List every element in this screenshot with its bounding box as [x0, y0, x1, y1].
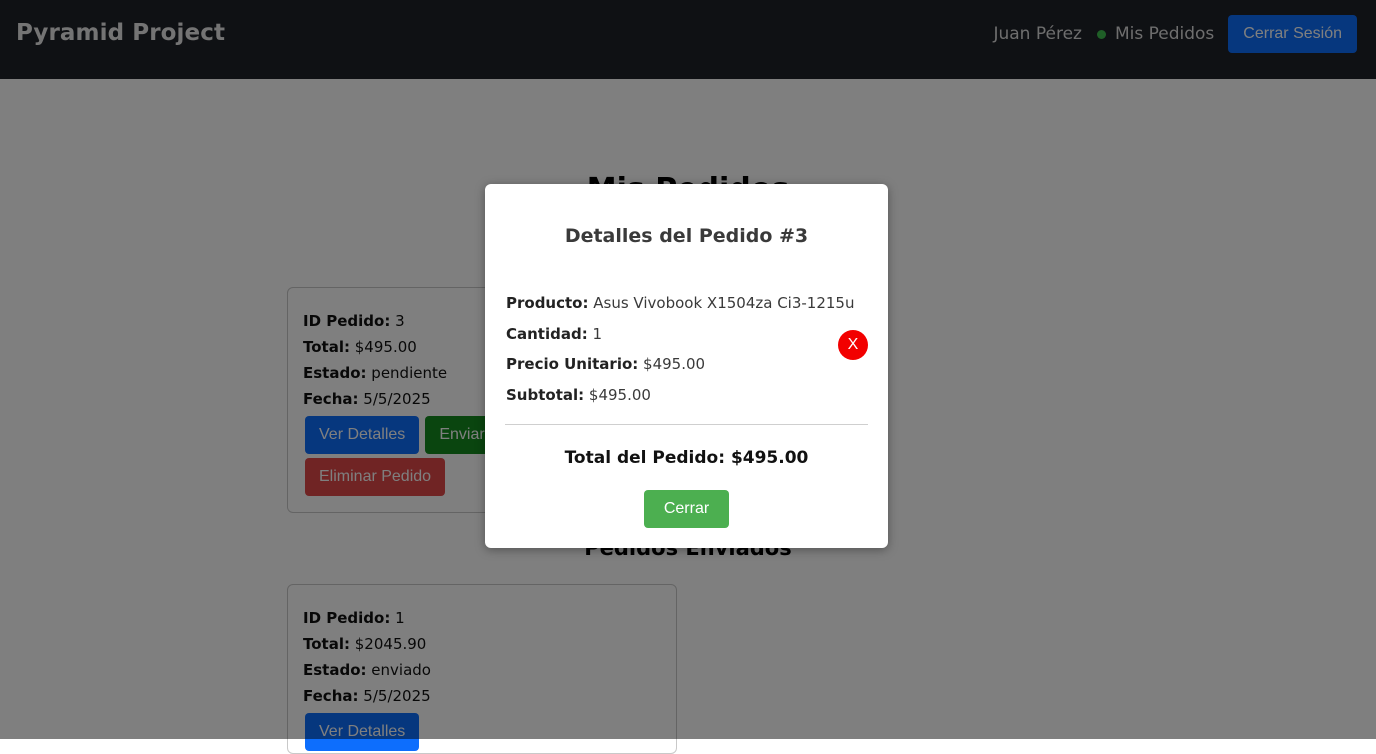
quantity-row: Cantidad: 1 — [506, 324, 603, 343]
modal-item-details: Producto: Asus Vivobook X1504za Ci3-1215… — [506, 288, 854, 410]
subtotal-row: Subtotal: $495.00 — [506, 385, 651, 404]
unit-price-value: $495.00 — [643, 355, 706, 373]
divider — [505, 424, 868, 425]
subtotal-value: $495.00 — [588, 385, 651, 404]
unit-price-row: Precio Unitario: $495.00 — [506, 355, 706, 373]
remove-item-button[interactable]: X — [838, 330, 868, 360]
product-row: Producto: Asus Vivobook X1504za Ci3-1215… — [506, 294, 855, 312]
order-total-summary: Total del Pedido: $495.00 — [564, 448, 809, 468]
quantity-value: 1 — [592, 324, 603, 343]
close-modal-button[interactable]: Cerrar — [644, 490, 729, 528]
modal-title: Detalles del Pedido #3 — [564, 225, 809, 247]
product-name: Asus Vivobook X1504za Ci3-1215u — [593, 294, 855, 312]
order-details-modal: Detalles del Pedido #3 Producto: Asus Vi… — [485, 184, 888, 548]
